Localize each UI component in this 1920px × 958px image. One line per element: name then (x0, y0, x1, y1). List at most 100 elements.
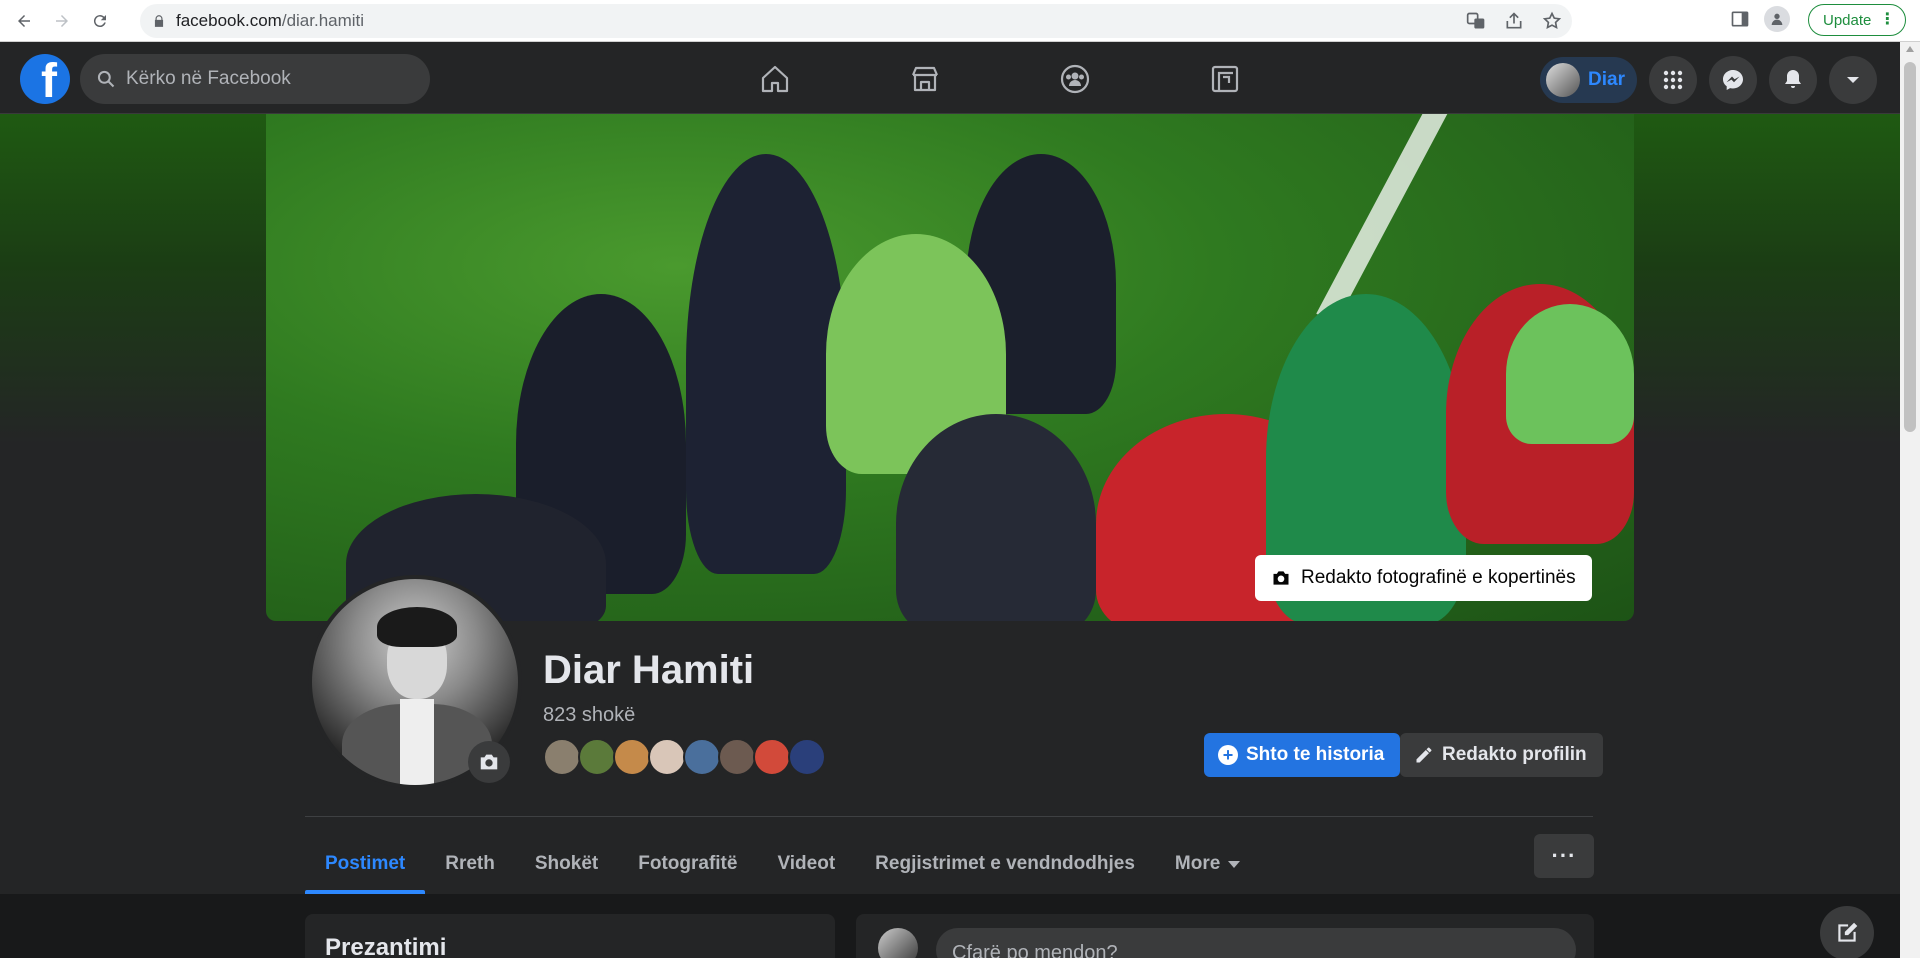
nav-groups[interactable] (1000, 56, 1150, 102)
new-message-button[interactable] (1820, 906, 1874, 958)
bookmark-star-icon[interactable] (1542, 11, 1562, 31)
tab-videos[interactable]: Videot (757, 834, 855, 894)
pitch-line (1316, 114, 1458, 324)
tab-check-ins[interactable]: Regjistrimet e vendndodhjes (855, 834, 1155, 894)
friend-avatar[interactable] (718, 738, 756, 776)
browser-toolbar: facebook.com/diar.hamiti Update ⋮ (0, 0, 1920, 42)
search-box[interactable] (80, 54, 430, 104)
tab-label: Videot (777, 853, 836, 874)
create-post-card: Çfarë po mendon? (856, 914, 1594, 958)
facebook-logo[interactable]: f (20, 54, 70, 104)
profile-picture-hair (377, 607, 457, 647)
tab-more-label: More (1174, 853, 1221, 874)
friend-avatar[interactable] (578, 738, 616, 776)
user-icon (1771, 13, 1783, 25)
tab-about[interactable]: Rreth (425, 834, 515, 894)
side-panel-icon[interactable] (1730, 9, 1750, 29)
pencil-icon (1416, 747, 1432, 763)
home-icon (761, 65, 789, 93)
profile-picture-shirt (400, 699, 434, 785)
tab-label: Fotografitë (638, 853, 738, 874)
tab-label: Postimet (325, 853, 406, 874)
caret-down-icon (1228, 860, 1241, 868)
groups-icon (1060, 64, 1090, 94)
menu-grid-icon (1663, 70, 1683, 90)
reload-icon (93, 14, 106, 27)
share-icon[interactable] (1504, 11, 1524, 31)
ellipsis-icon: ··· (1551, 843, 1577, 868)
update-profile-picture-button[interactable] (468, 741, 510, 783)
edit-profile-button[interactable]: Redakto profilin (1400, 733, 1603, 777)
friend-avatar[interactable] (648, 738, 686, 776)
intro-card: Prezantimi (305, 914, 835, 958)
kebab-menu-icon: ⋮ (1879, 11, 1896, 28)
add-to-story-label: Shto te historia (1246, 744, 1385, 765)
tab-label: Regjistrimet e vendndodhjes (875, 853, 1135, 874)
profile-shortcut[interactable]: Diar (1540, 57, 1637, 103)
url-path: /diar.hamiti (281, 11, 365, 30)
marketplace-icon (911, 66, 939, 92)
facebook-header: f Diar (0, 42, 1900, 114)
account-caret-icon (1846, 77, 1859, 83)
account-button[interactable] (1828, 56, 1877, 104)
notifications-icon (1784, 70, 1801, 88)
tab-label: Rreth (445, 853, 495, 874)
scroll-up-arrow-icon[interactable] (1906, 46, 1914, 52)
arrow-right-icon (56, 14, 68, 27)
nav-marketplace[interactable] (850, 56, 1000, 102)
messenger-button[interactable] (1708, 56, 1757, 104)
search-input[interactable] (126, 68, 406, 90)
page-scrollbar[interactable] (1900, 42, 1920, 958)
tab-photos[interactable]: Fotografitë (618, 834, 757, 894)
nav-gaming[interactable] (1150, 56, 1300, 102)
forward-button[interactable] (48, 7, 76, 35)
browser-profile-avatar[interactable] (1764, 6, 1790, 32)
avatar (1546, 63, 1580, 97)
intro-title: Prezantimi (325, 934, 447, 958)
update-button[interactable]: Update ⋮ (1808, 4, 1907, 36)
tab-friends[interactable]: Shokët (515, 834, 618, 894)
friend-avatar[interactable] (788, 738, 826, 776)
post-composer[interactable]: Çfarë po mendon? (936, 928, 1576, 958)
camera-icon (480, 754, 498, 770)
friend-avatar[interactable] (683, 738, 721, 776)
notifications-button[interactable] (1768, 56, 1817, 104)
profile-tabs: Postimet Rreth Shokët Fotografitë Videot… (305, 834, 1260, 894)
nav-home[interactable] (700, 56, 850, 102)
url-host: facebook.com (176, 11, 282, 30)
camera-icon (1273, 571, 1289, 585)
gaming-icon (1211, 65, 1239, 93)
cover-figure (686, 154, 846, 574)
address-bar[interactable]: facebook.com/diar.hamiti (140, 4, 1572, 38)
profile-shortcut-name: Diar (1588, 69, 1625, 90)
update-label: Update (1823, 11, 1872, 29)
menu-button[interactable] (1648, 56, 1697, 104)
friends-count[interactable]: 823 shokë (543, 704, 635, 727)
edit-cover-label: Redakto fotografinë e kopertinës (1301, 567, 1576, 588)
add-to-story-button[interactable]: + Shto te historia (1204, 733, 1401, 777)
lock-icon (154, 15, 164, 27)
cover-figure (1506, 304, 1634, 444)
profile-name: Diar Hamiti (543, 648, 755, 692)
edit-cover-button[interactable]: Redakto fotografinë e kopertinës (1255, 555, 1592, 601)
friend-avatar[interactable] (753, 738, 791, 776)
back-button[interactable] (10, 7, 38, 35)
scrollbar-thumb[interactable] (1904, 62, 1916, 432)
profile-options-button[interactable]: ··· (1534, 834, 1594, 878)
messenger-icon (1722, 70, 1743, 90)
search-icon (97, 70, 115, 88)
reload-button[interactable] (86, 7, 114, 35)
tab-label: Shokët (534, 853, 599, 874)
cover-photo[interactable] (266, 114, 1634, 621)
cover-figure (896, 414, 1096, 621)
url-text: facebook.com/diar.hamiti (176, 11, 364, 31)
plus-circle-icon: + (1218, 745, 1238, 765)
friend-avatar[interactable] (543, 738, 581, 776)
translate-icon[interactable] (1466, 11, 1486, 31)
main-nav (700, 56, 1300, 102)
friend-avatar[interactable] (613, 738, 651, 776)
avatar[interactable] (878, 928, 918, 958)
tab-more[interactable]: More (1155, 834, 1260, 894)
edit-profile-label: Redakto profilin (1442, 744, 1587, 765)
tab-posts[interactable]: Postimet (305, 834, 426, 894)
